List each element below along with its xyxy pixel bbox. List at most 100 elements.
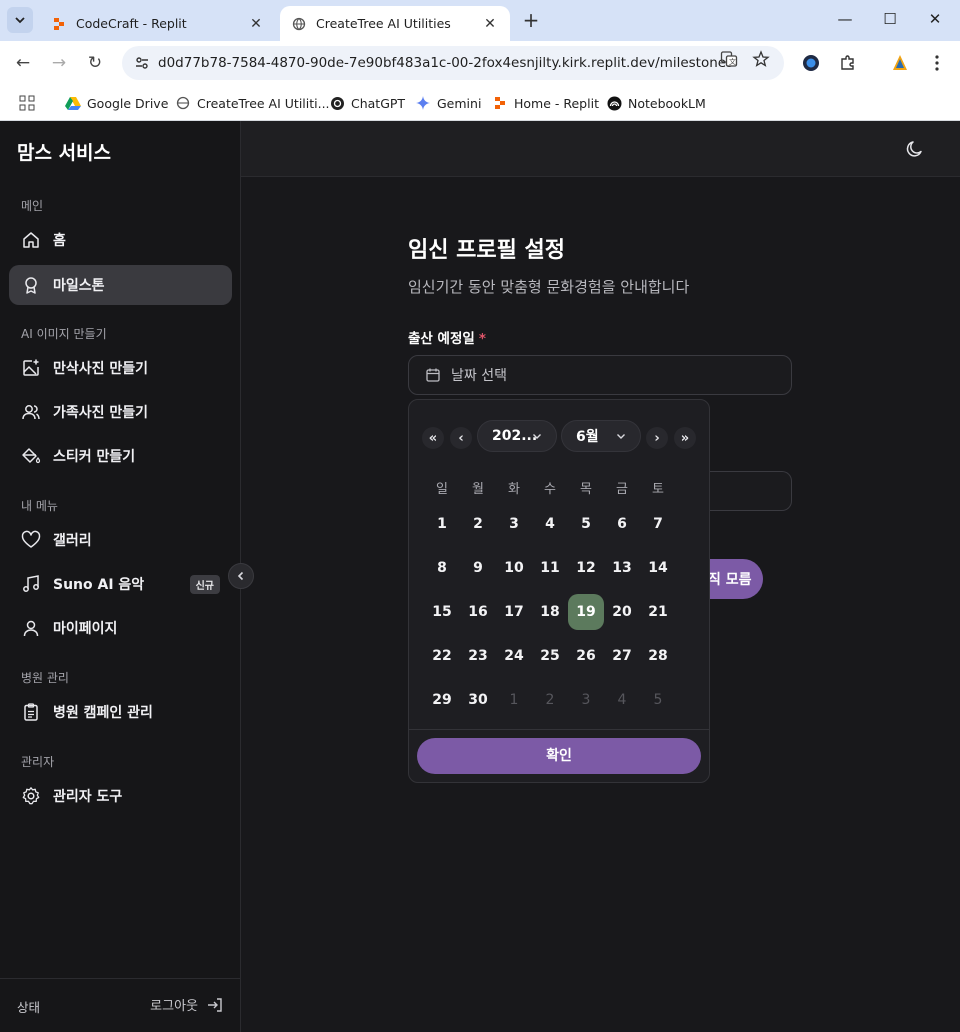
sidebar-item-home[interactable]: 홈 [9,220,232,260]
new-tab-button[interactable]: + [520,9,542,31]
reload-button[interactable]: ↻ [83,51,107,75]
window-close-button[interactable]: ✕ [923,10,947,30]
calendar-day[interactable]: 3 [496,506,532,542]
bookmark-chatgpt[interactable]: ChatGPT [329,93,405,113]
chatgpt-icon [329,95,345,111]
calendar-day[interactable]: 20 [604,594,640,630]
address-bar[interactable]: d0d77b78-7584-4870-90de-7e90bf483a1c-00-… [122,46,784,80]
next-year-button[interactable]: » [674,427,696,449]
bookmark-replit[interactable]: Home - Replit [492,93,599,113]
calendar-day[interactable]: 30 [460,682,496,718]
bookmark-label: CreateTree AI Utiliti... [197,95,330,111]
calendar-day[interactable]: 9 [460,550,496,586]
confirm-button[interactable]: 확인 [417,738,701,774]
weekday-label: 토 [652,482,664,497]
calendar-day[interactable]: 12 [568,550,604,586]
extensions-puzzle-icon[interactable] [837,52,859,74]
calendar-day[interactable]: 8 [424,550,460,586]
bookmark-createtree[interactable]: CreateTree AI Utiliti... [175,93,330,113]
sidebar-item-label: 마일스톤 [53,278,105,294]
sidebar-item-mypage[interactable]: 마이페이지 [9,608,232,648]
month-select[interactable]: 6월 [561,420,641,452]
calendar-day[interactable]: 17 [496,594,532,630]
calendar-day[interactable]: 4 [532,506,568,542]
minimize-button[interactable]: — [833,10,857,30]
section-label-mymenu: 내 메뉴 [21,499,58,513]
calendar-day[interactable]: 19 [568,594,604,630]
sidebar-item-milestones[interactable]: 마일스톤 [9,265,232,305]
sidebar-item-maternity-photo[interactable]: 만삭사진 만들기 [9,348,232,388]
calendar-day[interactable]: 14 [640,550,676,586]
browser-tab-codecraft[interactable]: CodeCraft - Replit ✕ [40,6,276,41]
next-month-button[interactable]: › [646,427,668,449]
calendar-day[interactable]: 5 [568,506,604,542]
required-mark: * [478,331,486,347]
tab-search-button[interactable] [7,7,33,33]
weekday-label: 일 [436,482,448,497]
calendar-day[interactable]: 21 [640,594,676,630]
sidebar-item-family-photo[interactable]: 가족사진 만들기 [9,392,232,432]
sidebar-item-campaign[interactable]: 병원 캠페인 관리 [9,692,232,732]
bookmark-notebooklm[interactable]: NotebookLM [606,93,706,113]
section-label-main: 메인 [21,199,44,213]
extension-icon[interactable] [800,52,822,74]
calendar-day[interactable]: 25 [532,638,568,674]
secondary-input[interactable] [700,471,792,511]
sidebar-item-label: 만삭사진 만들기 [53,361,149,377]
calendar-day[interactable]: 7 [640,506,676,542]
logout-button[interactable]: 로그아웃 [150,995,224,1014]
calendar-day[interactable]: 6 [604,506,640,542]
apps-grid-icon[interactable] [19,93,35,113]
sidebar-item-sticker[interactable]: 스티커 만들기 [9,436,232,476]
sidebar-item-label: 갤러리 [53,533,92,549]
calendar-day[interactable]: 24 [496,638,532,674]
prev-year-button[interactable]: « [422,427,444,449]
image-plus-icon [21,358,41,378]
calendar-day-outside: 1 [509,692,519,708]
calendar-day[interactable]: 23 [460,638,496,674]
calendar-day[interactable]: 2 [460,506,496,542]
browser-tab-createtree[interactable]: CreateTree AI Utilities ✕ [280,6,510,41]
bookmark-gemini[interactable]: Gemini [415,93,481,113]
calendar-day[interactable]: 18 [532,594,568,630]
calendar-day[interactable]: 27 [604,638,640,674]
maximize-button[interactable]: ☐ [878,10,902,30]
forward-button[interactable]: → [47,51,71,75]
close-icon[interactable]: ✕ [248,16,264,32]
bookmark-google-drive[interactable]: Google Drive [65,93,168,113]
sidebar-item-suno[interactable]: Suno AI 음악 신규 [9,564,232,604]
browser-menu-icon[interactable] [926,52,948,74]
section-label-admin: 관리자 [21,755,55,769]
calendar-day[interactable]: 22 [424,638,460,674]
translate-icon[interactable]: 文 [719,49,739,69]
theme-toggle-button[interactable] [904,138,926,160]
globe-icon [175,95,191,111]
calendar-day[interactable]: 16 [460,594,496,630]
prev-month-button[interactable]: ‹ [450,427,472,449]
calendar-day[interactable]: 11 [532,550,568,586]
calendar-day[interactable]: 26 [568,638,604,674]
calendar-day[interactable]: 1 [424,506,460,542]
sidebar-item-gallery[interactable]: 갤러리 [9,520,232,560]
close-icon[interactable]: ✕ [482,16,498,32]
weekday-label: 금 [616,482,628,497]
calendar-day[interactable]: 15 [424,594,460,630]
year-select[interactable]: 202... [477,420,557,452]
calendar-day[interactable]: 10 [496,550,532,586]
site-settings-icon[interactable] [132,53,152,73]
calendar-day[interactable]: 28 [640,638,676,674]
gemini-icon [415,95,431,111]
tab-title: CodeCraft - Replit [76,16,187,31]
sidebar-collapse-button[interactable] [228,563,254,589]
sidebar-footer: 상태 로그아웃 [0,978,240,1032]
calendar-day[interactable]: 13 [604,550,640,586]
sidebar-item-label: 관리자 도구 [53,789,123,805]
calendar-day[interactable]: 29 [424,682,460,718]
profile-avatar[interactable] [889,52,911,74]
bookmark-label: ChatGPT [351,95,406,111]
tab-title: CreateTree AI Utilities [316,16,451,31]
back-button[interactable]: ← [11,51,35,75]
bookmark-star-icon[interactable] [751,49,771,69]
sidebar-item-admin-tools[interactable]: 관리자 도구 [9,776,232,816]
due-date-picker-input[interactable]: 날짜 선택 [408,355,792,395]
